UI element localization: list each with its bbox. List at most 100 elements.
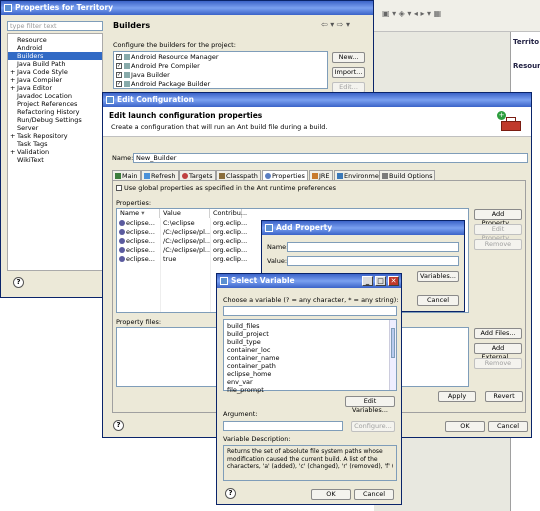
resource-tab[interactable]: Resour bbox=[511, 52, 540, 80]
tab-build-options[interactable]: Build Options bbox=[379, 170, 436, 180]
tab-classpath[interactable]: Classpath bbox=[216, 170, 261, 180]
expand-icon[interactable]: + bbox=[10, 84, 17, 92]
tree-item-label: Server bbox=[17, 124, 39, 132]
table-row[interactable]: eclipse... C:\eclipse org.eclip... bbox=[117, 219, 247, 228]
variable-item[interactable]: env_var bbox=[227, 378, 393, 386]
tree-item[interactable]: Server bbox=[8, 124, 102, 132]
revert-button[interactable]: Revert bbox=[485, 391, 523, 402]
add-property-title-bar: Add Property bbox=[262, 221, 464, 235]
property-value-field[interactable] bbox=[287, 256, 459, 266]
add-property-cancel-button[interactable]: Cancel bbox=[417, 295, 459, 306]
tree-item[interactable]: + Validation bbox=[8, 148, 102, 156]
header-banner: Edit launch configuration properties Cre… bbox=[103, 107, 531, 137]
tab-refresh[interactable]: Refresh bbox=[141, 170, 179, 180]
help-icon[interactable]: ? bbox=[13, 277, 24, 288]
checkbox-checked-icon[interactable]: ✓ bbox=[116, 63, 122, 69]
tree-item-label: Java Compiler bbox=[17, 76, 63, 84]
add-external-button[interactable]: Add External... bbox=[474, 343, 522, 361]
select-variable-ok-button[interactable]: OK bbox=[311, 489, 351, 500]
expand-icon[interactable]: + bbox=[10, 76, 17, 84]
variable-item[interactable]: build_files bbox=[227, 322, 393, 330]
maximize-button[interactable]: □ bbox=[375, 276, 386, 286]
expand-icon[interactable]: + bbox=[10, 148, 17, 156]
col-value-header[interactable]: Value bbox=[160, 209, 210, 218]
tab-targets[interactable]: Targets bbox=[179, 170, 216, 180]
col-contrib-header[interactable]: Contribu... bbox=[210, 209, 247, 218]
tree-item[interactable]: Android bbox=[8, 44, 102, 52]
builder-item[interactable]: ✓ Android Resource Manager bbox=[116, 53, 325, 62]
tab-properties[interactable]: Properties bbox=[262, 170, 308, 180]
tree-item[interactable]: Task Tags bbox=[8, 140, 102, 148]
variable-item[interactable]: build_type bbox=[227, 338, 393, 346]
configure-button[interactable]: Configure... bbox=[351, 421, 395, 432]
builder-item[interactable]: ✓ Android Package Builder bbox=[116, 80, 325, 89]
tree-item[interactable]: Run/Debug Settings bbox=[8, 116, 102, 124]
ok-button[interactable]: OK bbox=[445, 421, 485, 432]
remove-property-button[interactable]: Remove bbox=[474, 239, 522, 250]
col-name-header[interactable]: Name ▾ bbox=[117, 209, 160, 218]
table-row[interactable]: eclipse... /C:/eclipse/pl... org.eclip... bbox=[117, 237, 247, 246]
tree-item[interactable]: + Java Compiler bbox=[8, 76, 102, 84]
variable-item[interactable]: build_project bbox=[227, 330, 393, 338]
builder-item[interactable]: ✓ Android Pre Compiler bbox=[116, 62, 325, 71]
minimize-button[interactable]: _ bbox=[362, 276, 373, 286]
tree-item[interactable]: + Java Code Style bbox=[8, 68, 102, 76]
table-column-lines bbox=[160, 218, 161, 312]
add-property-button[interactable]: Add Property... bbox=[474, 209, 522, 227]
table-row[interactable]: eclipse... true org.eclip... bbox=[117, 255, 247, 264]
tab-jre[interactable]: JRE bbox=[309, 170, 333, 180]
table-row[interactable]: eclipse... /C:/eclipse/pl... org.eclip... bbox=[117, 246, 247, 255]
variable-item[interactable]: container_path bbox=[227, 362, 393, 370]
variables-scrollbar[interactable] bbox=[389, 320, 396, 390]
tree-item[interactable]: Resource bbox=[8, 36, 102, 44]
variable-item[interactable]: file_prompt bbox=[227, 386, 393, 394]
tree-item[interactable]: Java Build Path bbox=[8, 60, 102, 68]
classpath-tab-icon bbox=[219, 173, 225, 179]
checkbox-checked-icon[interactable]: ✓ bbox=[116, 72, 122, 78]
tree-item[interactable]: Project References bbox=[8, 100, 102, 108]
remove-file-button[interactable]: Remove bbox=[474, 358, 522, 369]
use-global-checkbox[interactable]: Use global properties as specified in th… bbox=[116, 184, 336, 192]
variables-button[interactable]: Variables... bbox=[417, 271, 459, 282]
select-variable-cancel-button[interactable]: Cancel bbox=[354, 489, 394, 500]
tab-main[interactable]: Main bbox=[112, 170, 141, 180]
expand-icon[interactable]: + bbox=[10, 68, 17, 76]
properties-tab-icon bbox=[265, 173, 271, 179]
tree-item[interactable]: WikiText bbox=[8, 156, 102, 164]
add-files-button[interactable]: Add Files... bbox=[474, 328, 522, 339]
close-button[interactable]: ✕ bbox=[388, 276, 399, 286]
new-builder-button[interactable]: New... bbox=[332, 52, 365, 63]
import-builder-button[interactable]: Import... bbox=[332, 67, 365, 78]
edit-property-button[interactable]: Edit Property... bbox=[474, 224, 522, 242]
cancel-button[interactable]: Cancel bbox=[488, 421, 528, 432]
checkbox-checked-icon[interactable]: ✓ bbox=[116, 54, 122, 60]
select-variable-dialog: Select Variable _ □ ✕ Choose a variable … bbox=[216, 273, 402, 505]
tree-item[interactable]: + Task Repository bbox=[8, 132, 102, 140]
toolbar-icons[interactable]: ▣ ▾ ◈ ▾ ◂ ▸ ▾ ▦ bbox=[382, 9, 441, 18]
tree-item-label: Javadoc Location bbox=[17, 92, 72, 100]
variable-item[interactable]: eclipse_home bbox=[227, 370, 393, 378]
window-icon bbox=[106, 96, 114, 104]
add-property-title: Add Property bbox=[276, 223, 333, 232]
property-name-field[interactable] bbox=[287, 242, 459, 252]
filter-input[interactable]: type filter text bbox=[7, 21, 103, 31]
tree-item[interactable]: Builders bbox=[8, 52, 102, 60]
help-icon[interactable]: ? bbox=[225, 488, 236, 499]
name-field[interactable]: New_Builder bbox=[133, 153, 528, 163]
territory-tab[interactable]: Territo bbox=[511, 32, 540, 52]
edit-variables-button[interactable]: Edit Variables... bbox=[345, 396, 395, 414]
variable-item[interactable]: container_name bbox=[227, 354, 393, 362]
tree-item[interactable]: Refactoring History bbox=[8, 108, 102, 116]
expand-icon[interactable]: + bbox=[10, 132, 17, 140]
nav-arrows[interactable]: ⇦ ▾ ⇨ ▾ bbox=[321, 20, 371, 30]
builder-item[interactable]: ✓ Java Builder bbox=[116, 71, 325, 80]
tree-item[interactable]: Javadoc Location bbox=[8, 92, 102, 100]
help-icon[interactable]: ? bbox=[113, 420, 124, 431]
table-row[interactable]: eclipse... /C:/eclipse/pl... org.eclip... bbox=[117, 228, 247, 237]
variable-item[interactable]: container_loc bbox=[227, 346, 393, 354]
variable-filter-input[interactable] bbox=[223, 306, 397, 316]
tree-item[interactable]: + Java Editor bbox=[8, 84, 102, 92]
apply-button[interactable]: Apply bbox=[438, 391, 476, 402]
argument-field[interactable] bbox=[223, 421, 343, 431]
checkbox-checked-icon[interactable]: ✓ bbox=[116, 81, 122, 87]
